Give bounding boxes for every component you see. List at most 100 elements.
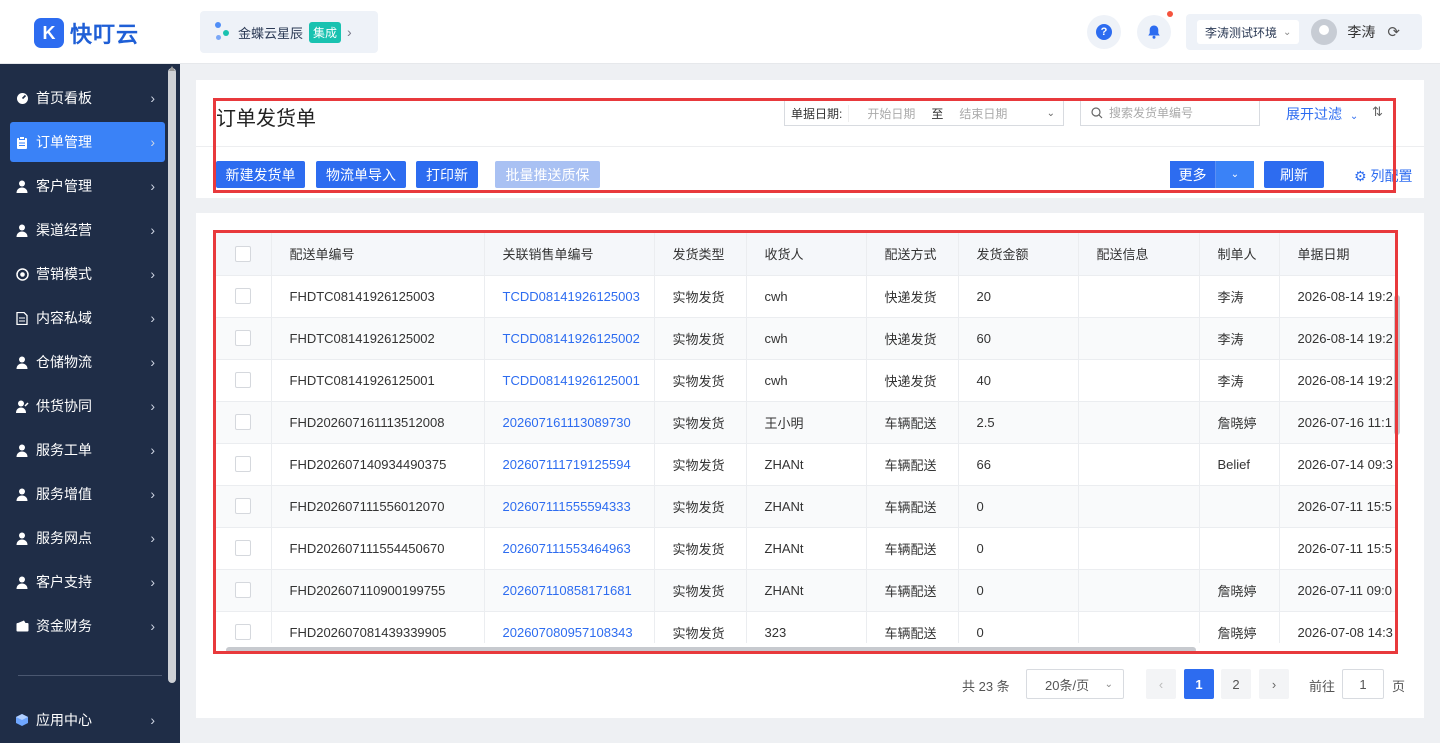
- column-header[interactable]: 发货金额: [958, 233, 1079, 276]
- row-checkbox[interactable]: [235, 330, 251, 347]
- user-icon: [15, 443, 29, 457]
- batch-push-warranty-button[interactable]: 批量推送质保: [495, 161, 600, 188]
- gear-icon: ⚙: [1354, 168, 1367, 184]
- table-vertical-scrollbar[interactable]: [1394, 275, 1400, 641]
- table-row[interactable]: FHD202607110900199755 202607110858171681 实…: [216, 569, 1396, 612]
- table-cell: 0: [958, 485, 1079, 528]
- row-select-cell: [216, 611, 272, 643]
- expand-filter-button[interactable]: 展开过滤 ⌄: [1286, 104, 1358, 124]
- table-cell: FHD202607110900199755: [271, 569, 485, 612]
- sidebar-item-13[interactable]: 资金财务 ›: [10, 606, 165, 646]
- date-label: 单据日期:: [785, 104, 850, 122]
- reload-icon[interactable]: ⟳: [1387, 23, 1400, 41]
- page-size-select[interactable]: 20条/页 ⌄: [1026, 669, 1124, 699]
- select-all-checkbox[interactable]: [235, 246, 251, 263]
- app-logo[interactable]: K 快叮云: [34, 17, 139, 49]
- table-row[interactable]: FHD202607140934490375 202607111719125594 实…: [216, 443, 1396, 486]
- row-checkbox[interactable]: [235, 582, 251, 599]
- table-cell[interactable]: 202607111555594333: [484, 485, 655, 528]
- sidebar-item-9[interactable]: 服务工单 ›: [10, 430, 165, 470]
- table-cell[interactable]: TCDD08141926125001: [484, 359, 655, 402]
- sidebar-item-label: 仓储物流: [36, 354, 92, 370]
- column-header[interactable]: 制单人: [1199, 233, 1280, 276]
- goto-page-input[interactable]: [1342, 669, 1384, 699]
- table-cell[interactable]: 202607111719125594: [484, 443, 655, 486]
- column-header[interactable]: 配送方式: [866, 233, 959, 276]
- table-cell[interactable]: 202607110858171681: [484, 569, 655, 612]
- user-icon: [15, 223, 29, 237]
- table-row[interactable]: FHD202607111554450670 202607111553464963 实…: [216, 527, 1396, 570]
- sort-icon[interactable]: ⇅: [1372, 104, 1383, 120]
- next-page-button[interactable]: ›: [1259, 669, 1289, 699]
- row-checkbox[interactable]: [235, 498, 251, 515]
- table-cell[interactable]: TCDD08141926125002: [484, 317, 655, 360]
- integration-switch[interactable]: 金蝶云星辰 集成 ›: [200, 11, 378, 53]
- more-button[interactable]: 更多: [1170, 161, 1216, 188]
- sidebar-item-label: 首页看板: [36, 90, 92, 106]
- create-shipment-button[interactable]: 新建发货单: [216, 161, 305, 188]
- chevron-right-icon: ›: [150, 712, 155, 728]
- table-cell[interactable]: 202607161113089730: [484, 401, 655, 444]
- sidebar-item-2[interactable]: 订单管理 ›: [10, 122, 165, 162]
- sidebar-item-8[interactable]: 供货协同 ›: [10, 386, 165, 426]
- more-chevron-button[interactable]: ⌄: [1216, 161, 1254, 188]
- notification-button[interactable]: [1137, 11, 1173, 49]
- row-checkbox[interactable]: [235, 372, 251, 389]
- prev-page-button[interactable]: ‹: [1146, 669, 1176, 699]
- column-header[interactable]: 收货人: [746, 233, 867, 276]
- sidebar-item-7[interactable]: 仓储物流 ›: [10, 342, 165, 382]
- table-row[interactable]: FHD202607161113512008 202607161113089730 实…: [216, 401, 1396, 444]
- row-select-cell: [216, 275, 272, 318]
- avatar[interactable]: [1311, 19, 1338, 45]
- end-date-input[interactable]: 结束日期: [959, 105, 1007, 122]
- table-row[interactable]: FHD202607081439339905 202607080957108343 实…: [216, 611, 1396, 643]
- row-checkbox[interactable]: [235, 540, 251, 557]
- column-header[interactable]: 发货类型: [654, 233, 747, 276]
- row-checkbox[interactable]: [235, 414, 251, 431]
- search-input[interactable]: [1109, 106, 1249, 120]
- refresh-button[interactable]: 刷新: [1264, 161, 1324, 188]
- import-logistics-button[interactable]: 物流单导入: [316, 161, 406, 188]
- sidebar-item-11[interactable]: 服务网点 ›: [10, 518, 165, 558]
- table-cell: 实物发货: [654, 569, 747, 612]
- table-row[interactable]: FHDTC08141926125001 TCDD08141926125001 实物发…: [216, 359, 1396, 402]
- table-horizontal-scrollbar[interactable]: [216, 645, 1396, 653]
- column-header[interactable]: 单据日期: [1279, 233, 1396, 276]
- env-select[interactable]: 李涛测试环境 ⌄: [1197, 20, 1300, 44]
- cube-icon: [15, 713, 29, 727]
- integration-logo-icon: [214, 21, 232, 43]
- sidebar-item-12[interactable]: 客户支持 ›: [10, 562, 165, 602]
- sidebar-item-3[interactable]: 客户管理 ›: [10, 166, 165, 206]
- table-row[interactable]: FHDTC08141926125003 TCDD08141926125003 实物发…: [216, 275, 1396, 318]
- sidebar-item-1[interactable]: 首页看板 ›: [10, 78, 165, 118]
- row-checkbox[interactable]: [235, 288, 251, 305]
- help-button[interactable]: ?: [1087, 15, 1121, 49]
- print-button[interactable]: 打印新: [416, 161, 478, 188]
- row-checkbox[interactable]: [235, 624, 251, 641]
- sidebar-item-10[interactable]: 服务增值 ›: [10, 474, 165, 514]
- date-range-picker[interactable]: 单据日期: 开始日期 至 结束日期 ⌄: [784, 100, 1064, 126]
- column-header[interactable]: 配送单编号: [271, 233, 485, 276]
- table-row[interactable]: FHD202607111556012070 202607111555594333 实…: [216, 485, 1396, 528]
- table-cell[interactable]: TCDD08141926125003: [484, 275, 655, 318]
- bell-icon: [1148, 25, 1160, 39]
- chevron-down-icon: ⌄: [1283, 26, 1292, 38]
- sidebar-item-6[interactable]: 内容私域 ›: [10, 298, 165, 338]
- sidebar-item-5[interactable]: 营销模式 ›: [10, 254, 165, 294]
- sidebar-scrollbar[interactable]: [168, 66, 176, 683]
- sidebar-item-label: 内容私域: [36, 310, 92, 326]
- table-cell[interactable]: 202607111553464963: [484, 527, 655, 570]
- start-date-input[interactable]: 开始日期: [867, 105, 915, 122]
- page-button-2[interactable]: 2: [1221, 669, 1251, 699]
- table-row[interactable]: FHDTC08141926125002 TCDD08141926125002 实物发…: [216, 317, 1396, 360]
- column-config-button[interactable]: ⚙ 列配置: [1354, 166, 1412, 186]
- column-header[interactable]: 关联销售单编号: [484, 233, 655, 276]
- username[interactable]: 李涛: [1347, 22, 1375, 42]
- sidebar-item-app-center[interactable]: 应用中心 ›: [10, 700, 165, 740]
- table-cell: FHDTC08141926125001: [271, 359, 485, 402]
- page-button-1[interactable]: 1: [1184, 669, 1214, 699]
- table-cell[interactable]: 202607080957108343: [484, 611, 655, 643]
- sidebar-item-4[interactable]: 渠道经营 ›: [10, 210, 165, 250]
- row-checkbox[interactable]: [235, 456, 251, 473]
- column-header[interactable]: 配送信息: [1078, 233, 1200, 276]
